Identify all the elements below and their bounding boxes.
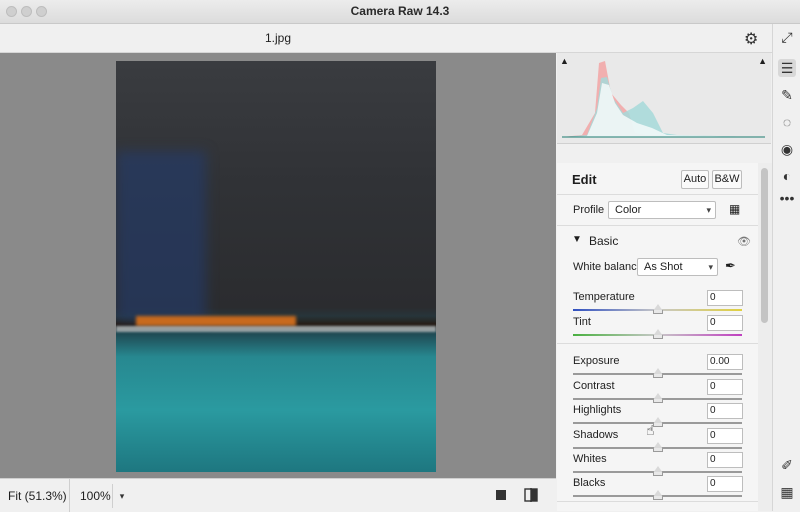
slider-value-input[interactable]: 0 — [707, 403, 743, 419]
slider-value-input[interactable]: 0 — [707, 452, 743, 468]
slider-label: Tint — [573, 316, 591, 328]
slider-label: Blacks — [573, 477, 606, 489]
eye-icon[interactable]: 👁 — [737, 235, 751, 248]
grid-icon[interactable]: ▦ — [778, 483, 796, 501]
chevron-down-icon: ▾ — [706, 205, 711, 215]
chevron-down-icon: ▾ — [708, 262, 713, 272]
slider-thumb[interactable] — [652, 393, 663, 403]
profile-label: Profile — [573, 204, 605, 216]
hand-cursor-icon: ☝ — [646, 422, 655, 438]
edit-panel: Edit Auto B&W Profile Color ▾ ▦ ▼ Basic … — [557, 163, 758, 511]
slider-thumb[interactable] — [652, 490, 663, 500]
sliders-icon[interactable]: ☰ — [778, 59, 796, 77]
window-title: Camera Raw 14.3 — [350, 4, 450, 18]
slider-label: Contrast — [573, 380, 615, 392]
white-balance-label: White balance — [573, 261, 643, 273]
profile-browser-icon[interactable]: ▦ — [729, 202, 740, 216]
rating-icon[interactable] — [496, 490, 506, 500]
slider-value-input[interactable]: 0.00 — [707, 354, 743, 370]
slider-value-input[interactable]: 0 — [707, 379, 743, 395]
white-balance-select[interactable]: As Shot ▾ — [637, 258, 718, 276]
mask-icon[interactable]: ◌ — [778, 113, 796, 131]
zoom-dropdown[interactable]: ▾ — [112, 484, 131, 508]
image-canvas[interactable] — [0, 53, 556, 478]
bandage-icon[interactable]: ✎ — [778, 86, 796, 104]
eyedropper-icon[interactable]: ✒ — [725, 258, 736, 274]
slider-thumb[interactable] — [652, 442, 663, 452]
slider-value-input[interactable]: 0 — [707, 290, 743, 306]
auto-button[interactable]: Auto — [681, 170, 709, 189]
right-toolbar: ⤢ ☰ ✎ ◌ ◉ ◐ ••• ✐ ▦ — [772, 24, 800, 511]
histogram: ▲ ▲ — [557, 53, 771, 144]
gear-icon[interactable]: ⚙ — [744, 29, 758, 49]
slider-thumb[interactable] — [652, 466, 663, 476]
photo-preview — [116, 61, 436, 472]
slider-thumb[interactable] — [652, 304, 663, 314]
slider-label: Temperature — [573, 291, 635, 303]
panel-title: Edit — [572, 172, 597, 187]
compare-view-icon[interactable] — [524, 488, 538, 502]
chevron-down-icon[interactable]: ▼ — [572, 234, 582, 245]
slider-label: Shadows — [573, 429, 619, 441]
slider-thumb[interactable] — [652, 329, 663, 339]
bottom-bar: Fit (51.3%) 100% ▾ — [0, 478, 556, 512]
file-name: 1.jpg — [264, 31, 292, 45]
presets-icon[interactable]: ◐ — [778, 167, 796, 185]
slider-value-input[interactable]: 0 — [707, 428, 743, 444]
title-bar: Camera Raw 14.3 — [0, 0, 800, 24]
chevron-down-icon: ▾ — [119, 491, 125, 501]
section-title-basic[interactable]: Basic — [589, 234, 618, 248]
eyedropper-icon[interactable]: ✐ — [778, 456, 796, 474]
profile-select[interactable]: Color ▾ — [608, 201, 716, 219]
highlight-clipping-icon[interactable]: ▲ — [758, 56, 767, 66]
zoom-fit-button[interactable]: Fit (51.3%) — [8, 489, 67, 503]
file-bar: 1.jpg ⚙ — [0, 24, 772, 53]
bw-button[interactable]: B&W — [712, 170, 742, 189]
slider-label: Exposure — [573, 355, 620, 367]
shadow-clipping-icon[interactable]: ▲ — [560, 56, 569, 66]
scrollbar-thumb[interactable] — [761, 168, 768, 323]
red-eye-icon[interactable]: ◉ — [778, 140, 796, 158]
slider-thumb[interactable] — [652, 368, 663, 378]
zoom-100-button[interactable]: 100% — [80, 489, 111, 503]
slider-label: Highlights — [573, 404, 622, 416]
expand-icon[interactable]: ⤢ — [778, 28, 796, 46]
slider-value-input[interactable]: 0 — [707, 315, 743, 331]
slider-value-input[interactable]: 0 — [707, 476, 743, 492]
slider-label: Whites — [573, 453, 607, 465]
more-icon[interactable]: ••• — [778, 189, 796, 207]
divider — [69, 479, 70, 512]
